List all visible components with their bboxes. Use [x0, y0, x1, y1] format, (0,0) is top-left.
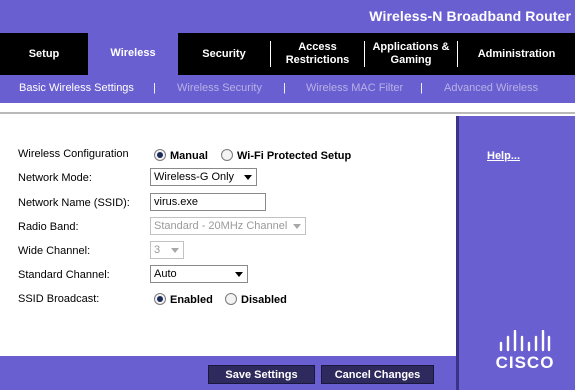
- ssid-input[interactable]: [150, 193, 266, 211]
- help-link[interactable]: Help...: [487, 150, 520, 162]
- cancel-changes-button[interactable]: Cancel Changes: [321, 365, 434, 384]
- radio-band-select[interactable]: Standard - 20MHz Channel: [150, 217, 306, 235]
- network-mode-value: Wireless-G Only: [154, 171, 235, 183]
- chevron-down-icon: [171, 248, 179, 253]
- ssid-broadcast-disabled-label: Disabled: [241, 294, 287, 306]
- divider: [0, 103, 575, 114]
- network-mode-label: Network Mode:: [18, 172, 92, 184]
- wireless-config-manual-label: Manual: [170, 150, 208, 162]
- cisco-bars-icon: [499, 330, 551, 352]
- wide-channel-value: 3: [154, 244, 161, 256]
- chevron-down-icon: [244, 175, 252, 180]
- ssid-label: Network Name (SSID):: [18, 197, 130, 209]
- logo-wordmark: CISCO: [495, 353, 555, 372]
- wireless-configuration-label: Wireless Configuration: [18, 148, 129, 160]
- settings-form: Wireless Configuration Manual Wi-Fi Prot…: [0, 116, 456, 356]
- save-settings-button[interactable]: Save Settings: [208, 365, 315, 384]
- network-mode-select[interactable]: Wireless-G Only: [150, 168, 257, 186]
- subtab-wireless-security[interactable]: Wireless Security: [177, 82, 262, 94]
- main-nav: Setup Wireless Security Access Restricti…: [0, 31, 575, 75]
- footer-bar: Save Settings Cancel Changes: [0, 356, 456, 390]
- chevron-down-icon: [293, 224, 301, 229]
- subtab-advanced-wireless[interactable]: Advanced Wireless: [444, 82, 538, 94]
- ssid-broadcast-enabled-label: Enabled: [170, 294, 213, 306]
- ssid-broadcast-disabled-radio[interactable]: [225, 293, 237, 305]
- standard-channel-value: Auto: [154, 268, 177, 280]
- wireless-config-wps-radio[interactable]: [221, 149, 233, 161]
- wireless-config-wps-label: Wi-Fi Protected Setup: [237, 150, 352, 162]
- header-bar: Wireless-N Broadband Router: [0, 0, 575, 33]
- ssid-broadcast-enabled-radio[interactable]: [154, 293, 166, 305]
- tab-administration[interactable]: Administration: [458, 33, 575, 75]
- tab-access-restrictions[interactable]: Access Restrictions: [271, 33, 364, 75]
- wide-channel-label: Wide Channel:: [18, 245, 91, 257]
- subnav-separator: |: [420, 82, 423, 94]
- radio-band-label: Radio Band:: [18, 221, 79, 233]
- chevron-down-icon: [235, 272, 243, 277]
- radio-band-value: Standard - 20MHz Channel: [154, 220, 288, 232]
- standard-channel-label: Standard Channel:: [18, 269, 110, 281]
- standard-channel-select[interactable]: Auto: [150, 265, 248, 283]
- cisco-logo: CISCO: [495, 330, 555, 376]
- product-title: Wireless-N Broadband Router: [369, 8, 571, 24]
- subnav-separator: |: [283, 82, 286, 94]
- tab-applications-gaming[interactable]: Applications & Gaming: [365, 33, 457, 75]
- subnav-separator: |: [153, 82, 156, 94]
- wide-channel-select[interactable]: 3: [150, 241, 184, 259]
- subtab-wireless-mac-filter[interactable]: Wireless MAC Filter: [306, 82, 403, 94]
- tab-setup[interactable]: Setup: [0, 33, 88, 75]
- ssid-broadcast-label: SSID Broadcast:: [18, 293, 100, 305]
- subtab-basic-wireless-settings[interactable]: Basic Wireless Settings: [19, 82, 134, 94]
- sub-nav: Basic Wireless Settings | Wireless Secur…: [0, 75, 575, 103]
- tab-wireless[interactable]: Wireless: [88, 31, 178, 75]
- tab-security[interactable]: Security: [178, 33, 270, 75]
- wireless-config-manual-radio[interactable]: [154, 149, 166, 161]
